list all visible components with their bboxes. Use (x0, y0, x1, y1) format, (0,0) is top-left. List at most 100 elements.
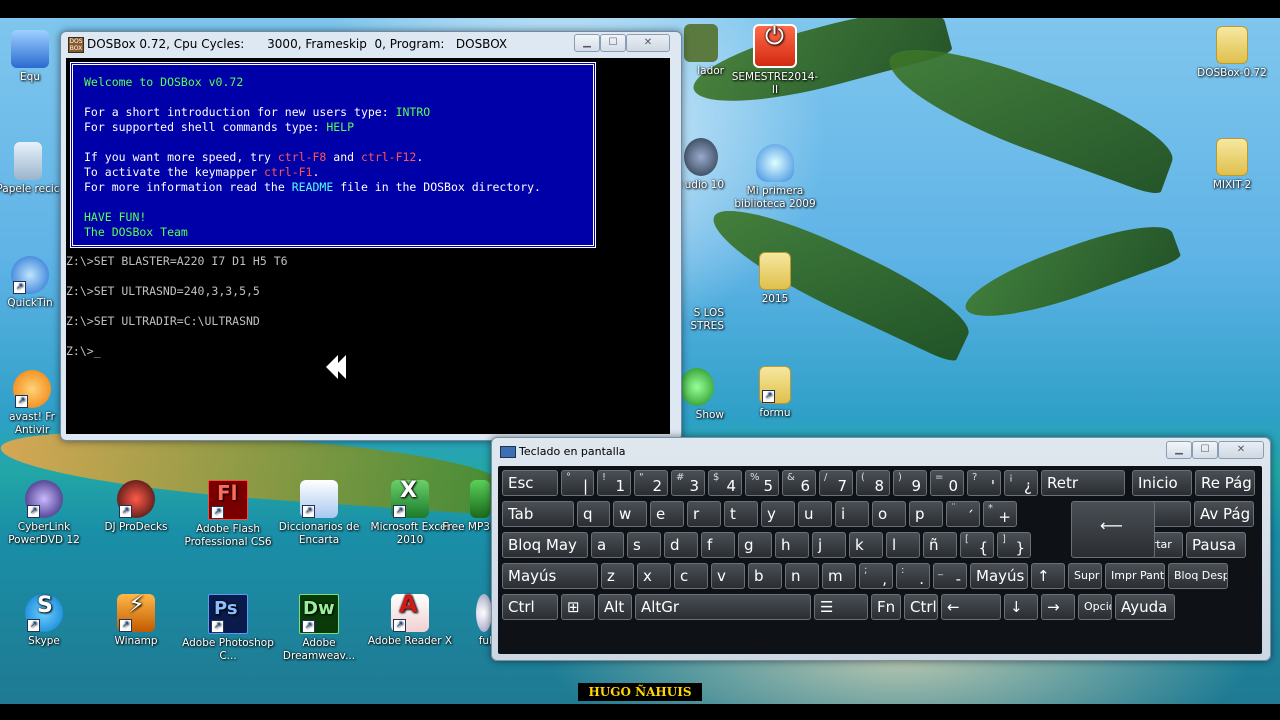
key-4-6[interactable]: Ctrl (904, 594, 938, 620)
key-1-0[interactable]: Tab (502, 501, 574, 527)
key-0-12[interactable]: ? ' (967, 470, 1001, 496)
key-3-5[interactable]: b (748, 563, 782, 589)
key-4-2[interactable]: Alt (598, 594, 632, 620)
key-3-7[interactable]: m (822, 563, 856, 589)
enter-key[interactable]: ⟵ (1071, 501, 1155, 558)
key-0-13[interactable]: ¡ ¿ (1004, 470, 1038, 496)
desktop-icon-winamp[interactable]: ⚡ ↗ Winamp (90, 592, 182, 648)
desktop-icon-2015[interactable]: 2015 (729, 252, 821, 306)
key-1-9[interactable]: o (872, 501, 906, 527)
key-3-8[interactable]: ;, (859, 563, 893, 589)
desktop-icon-dreamweaver[interactable]: Dw ↗ Adobe Dreamweav... (273, 594, 365, 663)
key-4-10[interactable]: Opciones (1078, 594, 1112, 620)
key-0-2[interactable]: ! 1 (597, 470, 631, 496)
key-0-9[interactable]: (8 (856, 470, 890, 496)
key-4-5[interactable]: Fn (871, 594, 901, 620)
dosbox-titlebar[interactable]: DOS BOX DOSBox 0.72, Cpu Cycles: 3000, Fr… (61, 32, 681, 56)
desktop-icon-photoshop[interactable]: Ps ↗ Adobe Photoshop C... (182, 594, 274, 663)
desktop-icon-djprodecks[interactable]: ↗ DJ ProDecks (90, 480, 182, 534)
console-prompt[interactable]: Z:\>_ (66, 344, 101, 359)
key-1-12[interactable]: * + (983, 501, 1017, 527)
key-0-3[interactable]: " 2 (634, 470, 668, 496)
desktop-icon-free-mp3[interactable]: Free MP3 (440, 480, 490, 534)
key-2-4[interactable]: f (701, 532, 735, 558)
key-2-2[interactable]: s (627, 532, 661, 558)
key-1-2[interactable]: w (613, 501, 647, 527)
key-0-5[interactable]: $4 (708, 470, 742, 496)
key-3-14[interactable]: Impr Pant (1105, 563, 1165, 589)
key-3-9[interactable]: :. (896, 563, 930, 589)
key-3-0[interactable]: Mayús (502, 563, 598, 589)
key-3-13[interactable]: Supr (1068, 563, 1102, 589)
desktop-icon-skype[interactable]: S ↗ Skype (0, 594, 90, 648)
key-2-6[interactable]: h (775, 532, 809, 558)
key-2-5[interactable]: g (738, 532, 772, 558)
key-1-11[interactable]: ¨ ´ (946, 501, 980, 527)
key-2-12[interactable]: ]} (997, 532, 1031, 558)
key-3-4[interactable]: v (711, 563, 745, 589)
key-0-8[interactable]: /7 (819, 470, 853, 496)
key-4-1[interactable]: ⊞ (561, 594, 595, 620)
key-3-12[interactable]: ↑ (1031, 563, 1065, 589)
desktop-icon-encarta[interactable]: ↗ Diccionarios de Encarta (273, 480, 365, 547)
dosbox-console[interactable]: Welcome to DOSBox v0.72 For a short intr… (66, 58, 670, 434)
key-4-8[interactable]: ↓ (1004, 594, 1038, 620)
desktop-icon-formu[interactable]: ↗ formu (729, 366, 821, 420)
key-2-7[interactable]: j (812, 532, 846, 558)
key-4-9[interactable]: → (1041, 594, 1075, 620)
key-2-10[interactable]: ñ (923, 532, 957, 558)
desktop-icon-ful[interactable]: ful (452, 594, 492, 648)
key-0-10[interactable]: ) 9 (893, 470, 927, 496)
key-0-16[interactable]: Re Pág (1195, 470, 1255, 496)
osk-minimize-button[interactable]: ▁ (1166, 441, 1192, 459)
key-2-11[interactable]: [{ (960, 532, 994, 558)
desktop-icon-equipo[interactable]: Equ (0, 30, 68, 84)
desktop-icon-dosbox-folder[interactable]: DOSBox-0.72 (1186, 26, 1278, 80)
desktop-icon-quicktime[interactable]: ↗ QuickTin (0, 256, 68, 310)
desktop-icon-adobe-reader[interactable]: A ↗ Adobe Reader X (364, 592, 456, 648)
key-2-0[interactable]: Bloq May (502, 532, 588, 558)
desktop-icon-recycle-bin[interactable]: Papele recic (0, 142, 66, 196)
key-4-4[interactable]: ☰ (814, 594, 868, 620)
desktop-icon-mixit[interactable]: MIXIT-2 (1186, 138, 1278, 192)
key-1-14[interactable]: Av Pág (1194, 501, 1254, 527)
key-3-10[interactable]: _ - (933, 563, 967, 589)
key-3-2[interactable]: x (637, 563, 671, 589)
key-2-3[interactable]: d (664, 532, 698, 558)
key-2-9[interactable]: l (886, 532, 920, 558)
key-3-3[interactable]: c (674, 563, 708, 589)
desktop-icon-flash[interactable]: Fl ↗ Adobe Flash Professional CS6 (182, 480, 274, 549)
key-0-0[interactable]: Esc (502, 470, 558, 496)
on-screen-keyboard-window[interactable]: Teclado en pantalla ▁ ☐ ✕ Esc ° |! 1 " 2 #3 $4%… (491, 437, 1271, 661)
key-4-3[interactable]: AltGr (635, 594, 811, 620)
key-0-11[interactable]: = 0 (930, 470, 964, 496)
key-0-15[interactable]: Inicio (1132, 470, 1192, 496)
key-1-7[interactable]: u (798, 501, 832, 527)
key-2-1[interactable]: a (591, 532, 624, 558)
maximize-button[interactable]: ☐ (600, 34, 626, 52)
key-3-11[interactable]: Mayús (970, 563, 1028, 589)
key-1-10[interactable]: p (909, 501, 943, 527)
desktop-icon-semestre[interactable]: ⏻ SEMESTRE2014-II (729, 24, 821, 97)
key-3-6[interactable]: n (785, 563, 819, 589)
key-1-4[interactable]: r (687, 501, 721, 527)
key-1-3[interactable]: e (650, 501, 684, 527)
key-4-0[interactable]: Ctrl (502, 594, 558, 620)
key-4-11[interactable]: Ayuda (1115, 594, 1175, 620)
desktop-icon-powerdvd[interactable]: ↗ CyberLink PowerDVD 12 (0, 480, 90, 547)
osk-close-button[interactable]: ✕ (1218, 441, 1264, 459)
key-4-7[interactable]: ← (941, 594, 1001, 620)
key-0-7[interactable]: & 6 (782, 470, 816, 496)
key-1-5[interactable]: t (724, 501, 758, 527)
key-2-8[interactable]: k (849, 532, 883, 558)
desktop-icon-biblioteca[interactable]: Mi primera biblioteca 2009 (729, 144, 821, 211)
key-0-6[interactable]: % 5 (745, 470, 779, 496)
osk-maximize-button[interactable]: ☐ (1192, 441, 1218, 459)
key-1-6[interactable]: y (761, 501, 795, 527)
minimize-button[interactable]: ▁ (574, 34, 600, 52)
key-3-1[interactable]: z (601, 563, 634, 589)
key-3-15[interactable]: Bloq Despl (1168, 563, 1228, 589)
key-0-14[interactable]: Retr (1041, 470, 1125, 496)
close-button[interactable]: ✕ (626, 34, 670, 52)
key-2-14[interactable]: Pausa (1186, 532, 1246, 558)
